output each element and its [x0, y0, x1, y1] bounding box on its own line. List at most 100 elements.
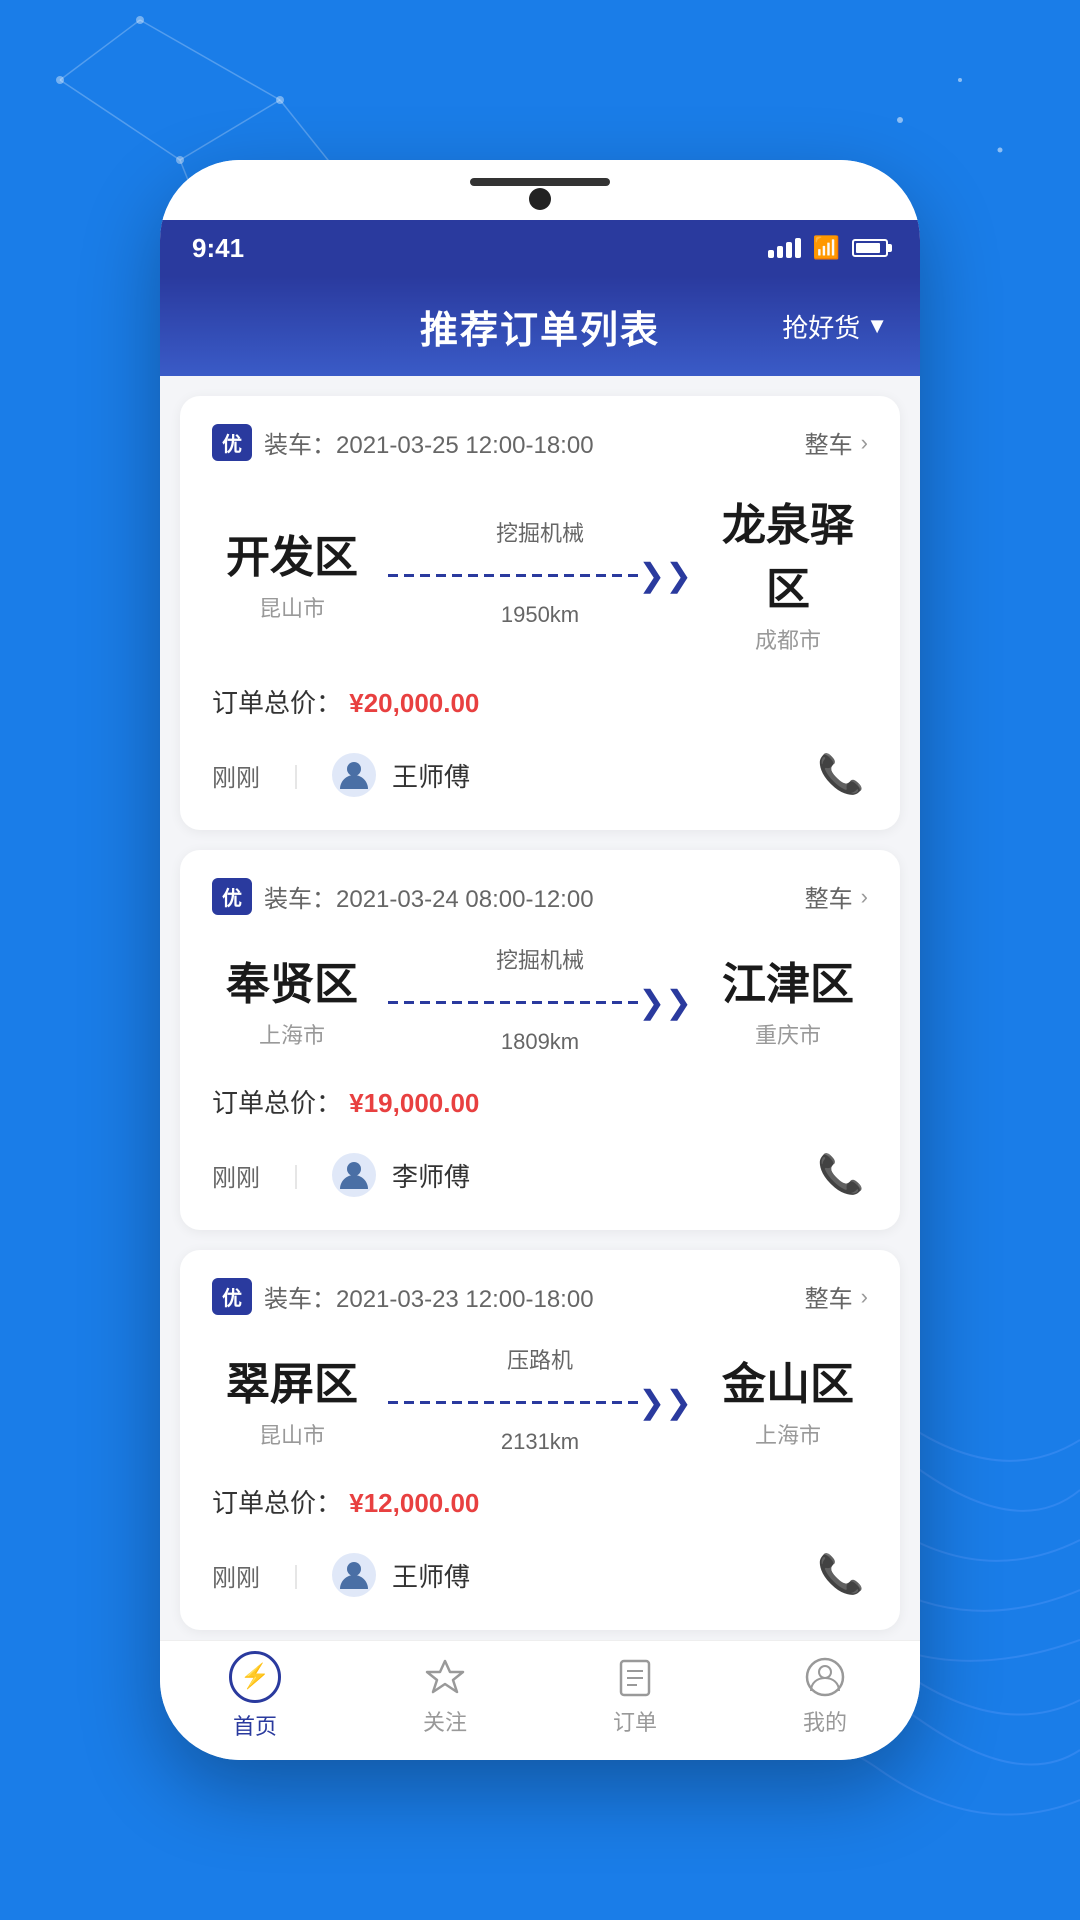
order-card-2[interactable]: 优 装车：2021-03-24 08:00-12:00 整车 › 奉贤区 上海市… — [180, 850, 900, 1230]
nav-item-home[interactable]: ⚡ 首页 — [185, 1651, 325, 1741]
nav-item-follow[interactable]: 关注 — [375, 1655, 515, 1737]
filter-icon: ▼ — [866, 313, 888, 339]
home-icon-circle: ⚡ — [229, 1651, 281, 1703]
divider-3: ｜ — [284, 1558, 308, 1593]
priority-badge-1: 优 — [212, 424, 252, 461]
price-value-2: ¥19,000.00 — [349, 1088, 479, 1118]
card-type-2: 整车 › — [805, 879, 868, 914]
to-location-2: 江津区 重庆市 — [708, 948, 868, 1050]
home-icon: ⚡ — [240, 1662, 270, 1691]
card-header-1: 优 装车：2021-03-25 12:00-18:00 整车 › — [212, 424, 868, 461]
time-ago-1: 刚刚 — [212, 758, 260, 793]
price-row-1: 订单总价： ¥20,000.00 — [212, 683, 868, 720]
phone-frame: 9:41 📶 推荐订单列表 抢好货 ▼ 优 — [160, 160, 920, 1760]
route-line-2: ❯❯ — [388, 983, 692, 1021]
driver-info-2: 刚刚 ｜ 李师傅 — [212, 1153, 470, 1197]
phone-top — [160, 160, 920, 220]
orders-icon — [613, 1655, 657, 1699]
nav-label-orders: 订单 — [613, 1705, 657, 1737]
wifi-icon: 📶 — [813, 235, 840, 261]
driver-name-3: 王师傅 — [392, 1557, 470, 1594]
nav-item-orders[interactable]: 订单 — [565, 1655, 705, 1737]
route-arrow-icon-1: ❯❯ — [638, 556, 692, 594]
driver-info-1: 刚刚 ｜ 王师傅 — [212, 753, 470, 797]
from-location-3: 翠屏区 昆山市 — [212, 1348, 372, 1450]
distance-3: 2131km — [501, 1429, 579, 1455]
cargo-type-3: 压路机 — [507, 1343, 573, 1375]
route-section-3: 翠屏区 昆山市 压路机 ❯❯ 2131km 金山区 上海市 — [212, 1343, 868, 1455]
phone-icon-1: 📞 — [817, 753, 864, 797]
card-type-3: 整车 › — [805, 1279, 868, 1314]
driver-name-2: 李师傅 — [392, 1157, 470, 1194]
nav-label-profile: 我的 — [803, 1705, 847, 1737]
app-header: 推荐订单列表 抢好货 ▼ — [160, 276, 920, 376]
status-bar: 9:41 📶 — [160, 220, 920, 276]
driver-row-3: 刚刚 ｜ 王师傅 📞 — [212, 1548, 868, 1602]
price-row-3: 订单总价： ¥12,000.00 — [212, 1483, 868, 1520]
battery-icon — [852, 239, 888, 257]
status-icons: 📶 — [768, 235, 888, 261]
signal-icon — [768, 238, 801, 258]
profile-icon — [803, 1655, 847, 1699]
driver-avatar-1 — [332, 753, 376, 797]
route-middle-1: 挖掘机械 ❯❯ 1950km — [372, 516, 708, 628]
status-time: 9:41 — [192, 233, 244, 264]
priority-badge-2: 优 — [212, 878, 252, 915]
distance-2: 1809km — [501, 1029, 579, 1055]
card-header-left-2: 优 装车：2021-03-24 08:00-12:00 — [212, 878, 594, 915]
route-section-2: 奉贤区 上海市 挖掘机械 ❯❯ 1809km 江津区 重庆市 — [212, 943, 868, 1055]
time-ago-2: 刚刚 — [212, 1158, 260, 1193]
load-time-1: 装车：2021-03-25 12:00-18:00 — [264, 425, 594, 460]
route-line-1: ❯❯ — [388, 556, 692, 594]
chevron-right-icon-3: › — [861, 1284, 868, 1310]
driver-row-2: 刚刚 ｜ 李师傅 📞 — [212, 1148, 868, 1202]
price-value-3: ¥12,000.00 — [349, 1488, 479, 1518]
order-card-3[interactable]: 优 装车：2021-03-23 12:00-18:00 整车 › 翠屏区 昆山市… — [180, 1250, 900, 1630]
cargo-type-1: 挖掘机械 — [496, 516, 584, 548]
driver-info-3: 刚刚 ｜ 王师傅 — [212, 1553, 470, 1597]
page-title: 推荐订单列表 — [420, 299, 660, 354]
driver-avatar-3 — [332, 1553, 376, 1597]
phone-icon-3: 📞 — [817, 1553, 864, 1597]
route-arrow-icon-2: ❯❯ — [638, 983, 692, 1021]
order-card-1[interactable]: 优 装车：2021-03-25 12:00-18:00 整车 › 开发区 昆山市… — [180, 396, 900, 830]
follow-icon — [423, 1655, 467, 1699]
cargo-type-2: 挖掘机械 — [496, 943, 584, 975]
route-middle-2: 挖掘机械 ❯❯ 1809km — [372, 943, 708, 1055]
camera-dot — [529, 188, 551, 210]
nav-label-follow: 关注 — [423, 1705, 467, 1737]
price-value-1: ¥20,000.00 — [349, 688, 479, 718]
divider-2: ｜ — [284, 1158, 308, 1193]
bottom-navigation: ⚡ 首页 关注 订单 — [160, 1640, 920, 1760]
route-middle-3: 压路机 ❯❯ 2131km — [372, 1343, 708, 1455]
distance-1: 1950km — [501, 602, 579, 628]
card-header-2: 优 装车：2021-03-24 08:00-12:00 整车 › — [212, 878, 868, 915]
route-line-3: ❯❯ — [388, 1383, 692, 1421]
nav-item-profile[interactable]: 我的 — [755, 1655, 895, 1737]
driver-avatar-2 — [332, 1153, 376, 1197]
card-header-left-3: 优 装车：2021-03-23 12:00-18:00 — [212, 1278, 594, 1315]
card-header-left-1: 优 装车：2021-03-25 12:00-18:00 — [212, 424, 594, 461]
from-location-1: 开发区 昆山市 — [212, 521, 372, 623]
call-button-2[interactable]: 📞 — [814, 1148, 868, 1202]
chevron-right-icon-1: › — [861, 430, 868, 456]
phone-icon-2: 📞 — [817, 1153, 864, 1197]
driver-name-1: 王师傅 — [392, 757, 470, 794]
to-location-1: 龙泉驿区 成都市 — [708, 489, 868, 655]
card-type-1: 整车 › — [805, 425, 868, 460]
nav-label-home: 首页 — [233, 1709, 277, 1741]
call-button-1[interactable]: 📞 — [814, 748, 868, 802]
route-arrow-icon-3: ❯❯ — [638, 1383, 692, 1421]
card-header-3: 优 装车：2021-03-23 12:00-18:00 整车 › — [212, 1278, 868, 1315]
divider-1: ｜ — [284, 758, 308, 793]
load-time-2: 装车：2021-03-24 08:00-12:00 — [264, 879, 594, 914]
chevron-right-icon-2: › — [861, 884, 868, 910]
order-list: 优 装车：2021-03-25 12:00-18:00 整车 › 开发区 昆山市… — [160, 376, 920, 1640]
load-time-3: 装车：2021-03-23 12:00-18:00 — [264, 1279, 594, 1314]
notch-bar — [470, 178, 610, 186]
grab-goods-button[interactable]: 抢好货 ▼ — [782, 308, 888, 345]
to-location-3: 金山区 上海市 — [708, 1348, 868, 1450]
price-row-2: 订单总价： ¥19,000.00 — [212, 1083, 868, 1120]
driver-row-1: 刚刚 ｜ 王师傅 📞 — [212, 748, 868, 802]
call-button-3[interactable]: 📞 — [814, 1548, 868, 1602]
